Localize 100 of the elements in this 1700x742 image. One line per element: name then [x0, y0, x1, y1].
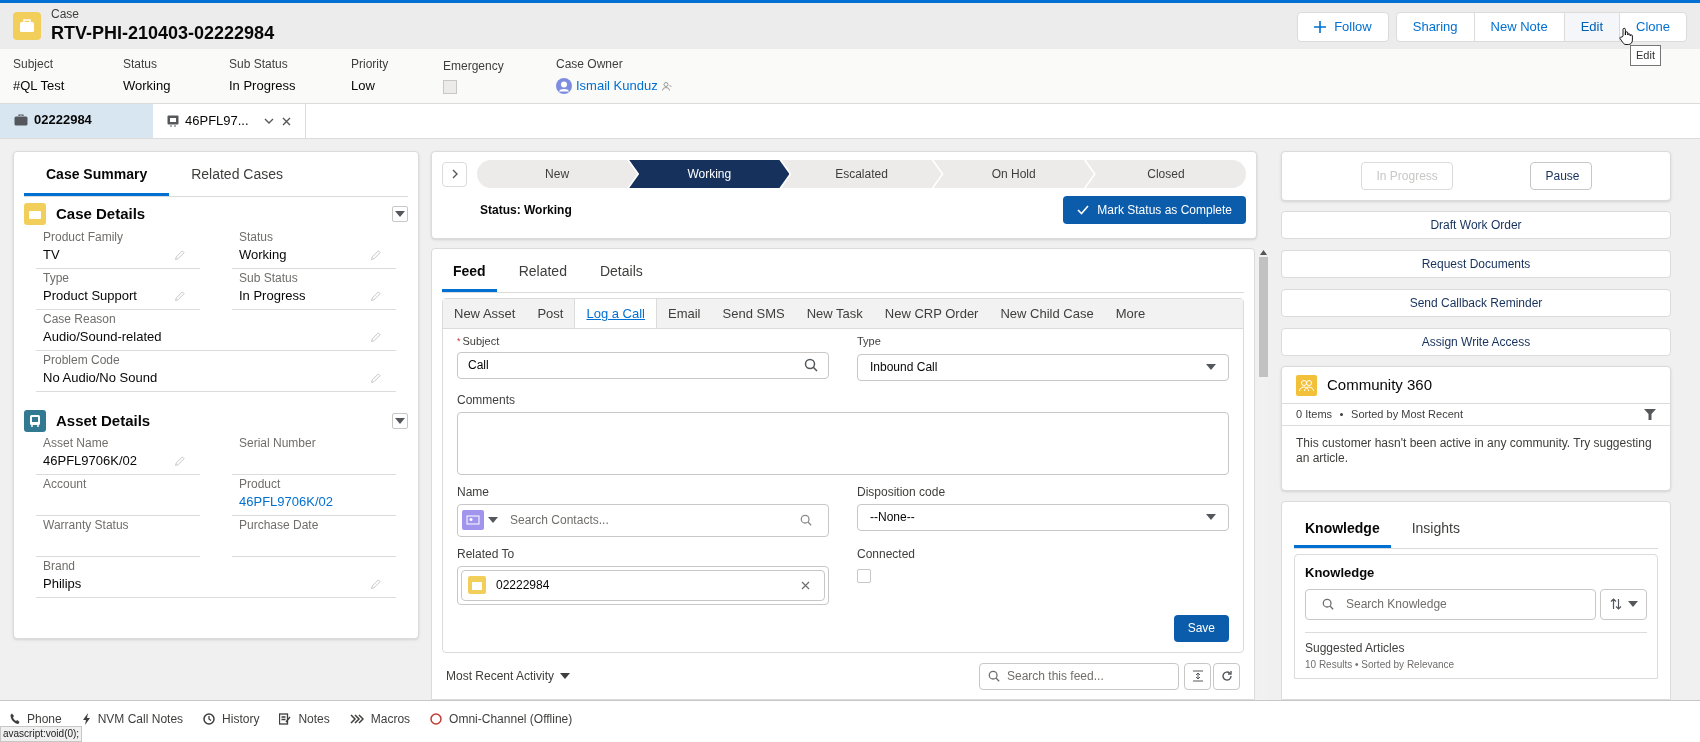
action-button[interactable]: Send Callback Reminder [1281, 289, 1671, 317]
action-button[interactable]: Assign Write Access [1281, 328, 1671, 356]
utility-item[interactable]: Macros [339, 710, 421, 728]
path-stage[interactable]: On Hold [933, 160, 1094, 188]
contact-icon [462, 510, 484, 530]
field-label: Product Family [43, 228, 125, 246]
tab[interactable]: Feed [442, 249, 497, 292]
field-label: Subject [462, 334, 500, 349]
field-label: Brand [43, 558, 77, 575]
pencil-icon[interactable] [174, 289, 186, 302]
field-value: TV [43, 245, 60, 264]
search-icon [988, 670, 1000, 682]
highlight-label: Emergency [443, 57, 505, 75]
utility-item[interactable]: History [193, 710, 270, 728]
publisher-tab[interactable]: More [1104, 299, 1157, 328]
filter-icon[interactable] [1644, 409, 1656, 420]
field-label: Purchase Date [239, 517, 320, 534]
caret-icon [488, 517, 498, 523]
path-stage[interactable]: New [477, 160, 638, 188]
field-label: Product [239, 476, 282, 493]
publisher-tab[interactable]: Send SMS [711, 299, 796, 328]
tab[interactable]: Insights [1400, 508, 1471, 548]
utility-item[interactable]: NVM Call Notes [71, 710, 194, 728]
collapse-button[interactable] [1184, 662, 1211, 690]
disposition-select[interactable]: --None-- [857, 503, 1229, 531]
mark-complete-button[interactable]: Mark Status as Complete [1063, 196, 1246, 224]
knowledge-search-field[interactable]: Search Knowledge [1305, 588, 1596, 620]
type-select[interactable]: Inbound Call [857, 353, 1229, 381]
tab[interactable]: Related [507, 249, 578, 292]
field-value: Working [239, 245, 287, 264]
feed-search-field[interactable]: Search this feed... [979, 662, 1179, 690]
offline-status-icon [430, 713, 443, 725]
utility-item[interactable]: Omni-Channel (Offline) [420, 710, 583, 728]
plus-icon [1314, 21, 1327, 33]
bolt-icon [81, 713, 91, 725]
chevrons-icon [349, 714, 364, 724]
sort-button[interactable] [1600, 588, 1647, 620]
tab[interactable]: Related Cases [169, 152, 305, 196]
section-menu-button[interactable] [392, 412, 408, 429]
expand-button[interactable] [442, 161, 467, 187]
related-to-field[interactable]: 02222984 [457, 565, 829, 605]
caret-icon [1627, 601, 1638, 607]
tab[interactable]: Case Summary [24, 152, 170, 196]
change-owner-icon[interactable] [661, 80, 672, 91]
record-title: RTV-PHI-210403-02222984 [51, 22, 275, 45]
save-button[interactable]: Save [1173, 614, 1229, 642]
tab[interactable]: Knowledge [1294, 508, 1391, 548]
owner-link[interactable]: Ismail Kunduz [576, 75, 658, 96]
publisher-tab[interactable]: Log a Call [574, 299, 657, 328]
action-button[interactable]: Draft Work Order [1281, 211, 1671, 239]
activity-filter[interactable]: Most Recent Activity [446, 667, 555, 685]
field-label: Warranty Status [43, 517, 130, 534]
publisher-tab[interactable]: Email [657, 299, 712, 328]
tooltip: Edit [1630, 45, 1661, 66]
close-icon[interactable] [801, 580, 810, 590]
workspace-tab[interactable]: 02222984 [0, 104, 153, 138]
scroll-up-icon[interactable] [1259, 250, 1267, 255]
status-button[interactable]: Pause [1529, 162, 1592, 190]
subject-field[interactable]: Call [457, 351, 829, 379]
scrollbar-thumb[interactable] [1258, 257, 1268, 377]
publisher-tab[interactable]: New CRP Order [873, 299, 990, 328]
follow-button[interactable]: Follow [1297, 12, 1389, 42]
pencil-icon[interactable] [370, 330, 382, 343]
close-icon[interactable] [282, 116, 291, 126]
avatar-icon [556, 77, 572, 94]
utility-item[interactable]: Notes [269, 710, 340, 728]
product-link[interactable]: 46PFL9706K/02 [239, 492, 333, 512]
highlight-label: Sub Status [229, 55, 289, 73]
publisher-tab[interactable]: New Child Case [989, 299, 1105, 328]
contact-lookup-field[interactable]: Search Contacts... [457, 503, 829, 537]
pencil-icon[interactable] [370, 578, 382, 590]
action-button[interactable]: Request Documents [1281, 250, 1671, 278]
pencil-icon[interactable] [370, 289, 382, 302]
header-action-button[interactable]: Edit [1563, 12, 1621, 42]
header-action-button[interactable]: Sharing [1395, 12, 1475, 42]
section-title: Case Details [56, 204, 146, 224]
header-action-button[interactable]: New Note [1473, 12, 1565, 42]
hand-cursor-icon [1619, 27, 1633, 45]
pencil-icon[interactable] [370, 248, 382, 261]
comments-field[interactable] [457, 411, 1229, 475]
publisher-tab[interactable]: New Task [795, 299, 874, 328]
connected-checkbox[interactable] [857, 568, 871, 583]
path-stage[interactable]: Closed [1085, 160, 1246, 188]
pencil-icon[interactable] [174, 248, 186, 261]
path-stage[interactable]: Escalated [781, 160, 942, 188]
pencil-icon[interactable] [370, 371, 382, 384]
field-label: Asset Name [43, 435, 110, 452]
utility-item[interactable]: Phone [0, 710, 72, 728]
field-value: No Audio/No Sound [43, 368, 158, 387]
section-menu-button[interactable] [392, 206, 408, 223]
tab[interactable]: Details [588, 249, 654, 292]
community-icon [1296, 374, 1317, 396]
clock-icon [203, 713, 216, 725]
chevron-down-icon[interactable] [264, 118, 274, 124]
refresh-button[interactable] [1213, 662, 1240, 690]
pencil-icon[interactable] [174, 455, 186, 467]
publisher-tab[interactable]: Post [526, 299, 575, 328]
status-url: avascript:void(0); [0, 726, 83, 742]
publisher-tab[interactable]: New Asset [443, 299, 527, 328]
path-stage[interactable]: Working [629, 160, 790, 188]
